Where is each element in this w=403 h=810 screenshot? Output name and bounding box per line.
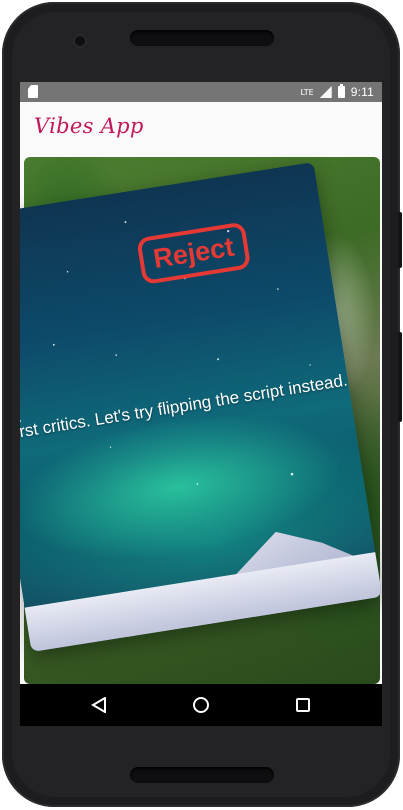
recent-apps-icon[interactable] [296, 698, 310, 712]
lte-label: LTE [300, 87, 314, 97]
bottom-speaker [130, 767, 274, 783]
volume-button [398, 212, 402, 268]
card-stack: it, uch oal. worst critics. Let's try fl… [20, 152, 382, 684]
power-button [398, 332, 402, 422]
phone-screen: LTE 9:11 Vibes App it, uch oal. [20, 82, 382, 726]
home-icon[interactable] [193, 697, 209, 713]
navigation-bar [20, 684, 382, 726]
signal-icon [319, 86, 332, 98]
back-icon[interactable] [91, 697, 107, 713]
clock: 9:11 [350, 85, 374, 99]
battery-icon [337, 84, 345, 98]
status-right: LTE 9:11 [300, 84, 374, 100]
app-title: Vibes App [34, 114, 144, 138]
status-bar: LTE 9:11 [20, 82, 382, 102]
top-speaker [130, 30, 274, 46]
app-bar: Vibes App [20, 102, 382, 152]
front-camera [75, 36, 85, 46]
sd-card-icon [28, 85, 38, 98]
